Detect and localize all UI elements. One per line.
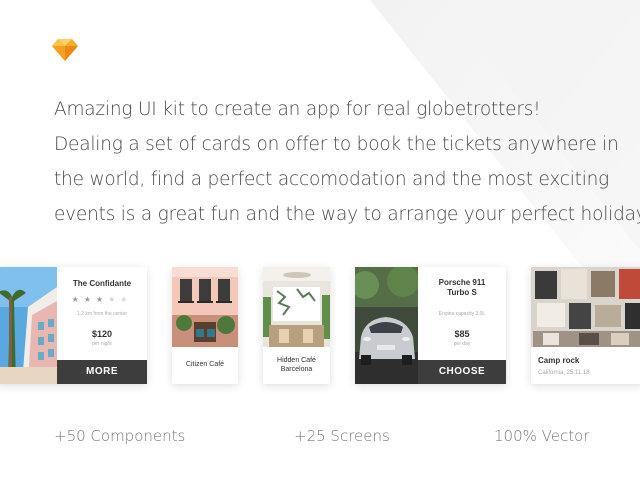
hidden-cafe-caption: Hidden Café Barcelona bbox=[263, 356, 330, 374]
hotel-title: The Confidante bbox=[72, 279, 132, 288]
cafe-photo bbox=[172, 267, 238, 347]
more-button[interactable]: MORE bbox=[57, 360, 147, 384]
headline-line-4: events is a great fun and the way to arr… bbox=[54, 204, 640, 225]
hotel-price-unit: per night bbox=[92, 341, 112, 347]
headline-line-1: Amazing UI kit to create an app for real… bbox=[54, 99, 541, 120]
hidden-cafe-card[interactable]: Hidden Café Barcelona bbox=[263, 267, 330, 384]
footer-components: +50 Components bbox=[54, 427, 186, 445]
car-price-unit: per day bbox=[453, 341, 471, 347]
hotel-card[interactable]: The Confidante ★★★★★ 1,2 km from the cen… bbox=[0, 267, 147, 384]
hotel-photo bbox=[0, 267, 57, 384]
cafe-card[interactable]: Citizen Café bbox=[172, 267, 238, 384]
background-shading bbox=[370, 0, 640, 340]
event-card[interactable]: Camp rock California, 25.11.18 bbox=[531, 267, 640, 384]
car-price: $85 bbox=[454, 329, 470, 339]
cafe-caption: Citizen Café bbox=[185, 361, 225, 368]
sketch-diamond-icon bbox=[52, 39, 78, 61]
choose-button[interactable]: CHOOSE bbox=[418, 360, 506, 384]
car-photo bbox=[355, 267, 418, 384]
car-spec: Engine capacity 3.0L bbox=[438, 311, 486, 317]
event-title: Camp rock bbox=[538, 356, 580, 365]
headline-line-3: the world, find a perfect accomodation a… bbox=[54, 169, 610, 190]
hidden-cafe-name: Hidden Café bbox=[277, 357, 316, 364]
hotel-price: $120 bbox=[91, 329, 113, 339]
rating-stars: ★★★★★ bbox=[57, 295, 147, 304]
footer-vector: 100% Vector bbox=[494, 427, 590, 445]
car-title-line-1: Porsche 911 bbox=[438, 278, 486, 287]
car-card[interactable]: Porsche 911 Turbo S Engine capacity 3.0L… bbox=[355, 267, 506, 384]
hidden-cafe-photo bbox=[263, 267, 330, 347]
hotel-distance: 1,2 km from the center bbox=[76, 311, 128, 317]
stars-empty: ★★ bbox=[108, 295, 133, 304]
hidden-cafe-city: Barcelona bbox=[280, 366, 313, 373]
event-subtitle: California, 25.11.18 bbox=[538, 370, 590, 376]
event-photo bbox=[531, 267, 640, 347]
car-title-line-2: Turbo S bbox=[447, 288, 477, 297]
footer-screens: +25 Screens bbox=[294, 427, 390, 445]
stars-filled: ★★★ bbox=[71, 295, 109, 304]
headline: Amazing UI kit to create an app for real… bbox=[54, 92, 640, 232]
headline-line-2: Dealing a set of cards on offer to book … bbox=[54, 134, 619, 155]
